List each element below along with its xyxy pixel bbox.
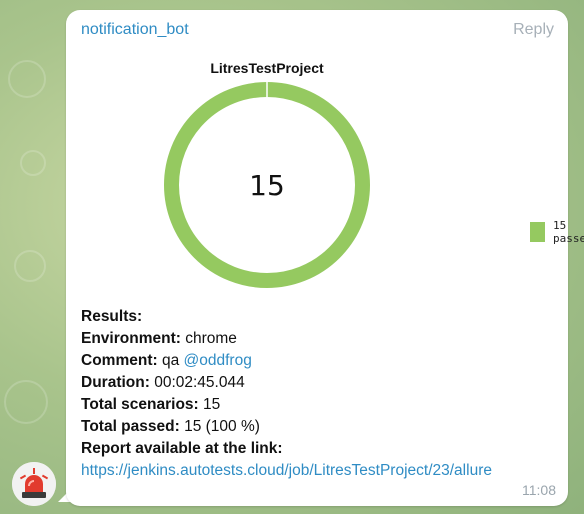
background-doodle: [8, 60, 46, 98]
duration-value: 00:02:45.044: [154, 374, 245, 391]
total-passed-label: Total passed:: [81, 418, 180, 435]
total-scenarios-value: 15: [203, 396, 221, 413]
comment-label: Comment:: [81, 352, 158, 369]
chart-center-value: 15: [249, 169, 285, 202]
report-link[interactable]: https://jenkins.autotests.cloud/job/Litr…: [81, 460, 492, 482]
message-time: 11:08: [522, 482, 556, 498]
bot-avatar[interactable]: [12, 462, 56, 506]
environment-value: chrome: [185, 330, 237, 347]
background-doodle: [4, 380, 48, 424]
sender-name[interactable]: notification_bot: [81, 21, 189, 39]
comment-line: Comment: qa @oddfrog: [81, 350, 492, 372]
background-doodle: [14, 250, 46, 282]
background-doodle: [20, 150, 46, 176]
total-passed-value: 15 (100 %): [184, 418, 260, 435]
total-scenarios-label: Total scenarios:: [81, 396, 199, 413]
total-passed-line: Total passed: 15 (100 %): [81, 416, 492, 438]
results-text: Results: Environment: chrome Comment: qa…: [81, 306, 492, 482]
mention-link[interactable]: @oddfrog: [184, 352, 252, 369]
environment-label: Environment:: [81, 330, 181, 347]
message-bubble[interactable]: notification_bot Reply LitresTestProject…: [66, 10, 584, 506]
comment-value: qa: [161, 352, 180, 369]
reply-button[interactable]: Reply: [513, 21, 554, 39]
legend-label: 15 passed: [553, 219, 584, 245]
donut-chart-svg: 15: [164, 82, 370, 288]
chart-legend: 15 passed: [530, 219, 584, 245]
results-heading: Results:: [81, 308, 143, 325]
report-label: Report available at the link:: [81, 440, 283, 457]
duration-label: Duration:: [81, 374, 150, 391]
duration-line: Duration: 00:02:45.044: [81, 372, 492, 394]
result-chart: LitresTestProject 15 15 passed: [152, 54, 584, 304]
siren-icon: [12, 462, 56, 506]
total-scenarios-line: Total scenarios: 15: [81, 394, 492, 416]
environment-line: Environment: chrome: [81, 328, 492, 350]
legend-swatch: [530, 222, 545, 242]
